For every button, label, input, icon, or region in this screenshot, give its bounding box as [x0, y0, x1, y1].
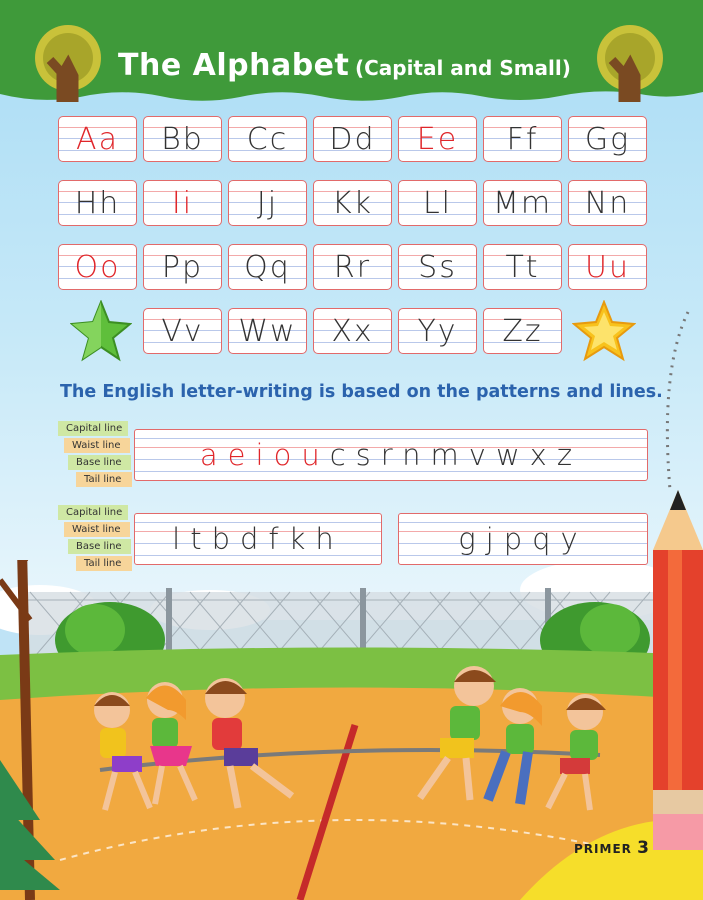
letter-card-f: Ff	[483, 116, 562, 162]
letter-card-r: Rr	[313, 244, 392, 290]
letter-card-e: Ee	[398, 116, 477, 162]
green-star-icon	[70, 300, 132, 362]
book-name: PRIMER	[574, 842, 632, 856]
page-number: 3	[637, 838, 650, 858]
tall-letters: ltbdfkh	[172, 522, 344, 556]
letter-card-i: Ii	[143, 180, 222, 226]
letter-card-a: Aa	[58, 116, 137, 162]
pencil-icon	[653, 490, 703, 850]
letter-card-g: Gg	[568, 116, 647, 162]
guide-label-capital-line: Capital line	[58, 505, 128, 520]
guide-label-waist-line: Waist line	[64, 438, 130, 453]
short-letters: csrnmvwxz	[329, 438, 583, 472]
guide-label-base-line: Base line	[68, 455, 131, 470]
dotted-trail	[665, 311, 690, 491]
practice-lines-row-2-tail: gjpqy	[398, 513, 648, 565]
letter-card-l: Ll	[398, 180, 477, 226]
letter-card-n: Nn	[568, 180, 647, 226]
instruction-text: The English letter-writing is based on t…	[60, 382, 663, 402]
letter-card-p: Pp	[143, 244, 222, 290]
letter-card-s: Ss	[398, 244, 477, 290]
practice-lines-row-2-tall: ltbdfkh	[134, 513, 382, 565]
guide-label-waist-line: Waist line	[64, 522, 130, 537]
letter-card-w: Ww	[228, 308, 307, 354]
title-main: The Alphabet	[118, 48, 350, 83]
letter-card-h: Hh	[58, 180, 137, 226]
guide-line-labels: Capital line Waist line Base line Tail line	[58, 421, 132, 489]
yellow-star-icon	[572, 300, 636, 362]
letter-card-z: Zz	[483, 308, 562, 354]
letter-card-y: Yy	[398, 308, 477, 354]
letter-card-v: Vv	[143, 308, 222, 354]
tree-icon	[597, 25, 663, 102]
letter-card-u: Uu	[568, 244, 647, 290]
guide-label-base-line: Base line	[68, 539, 131, 554]
title-subtitle: (Capital and Small)	[354, 56, 571, 80]
letter-card-k: Kk	[313, 180, 392, 226]
tail-letters: gjpqy	[458, 522, 588, 556]
guide-label-capital-line: Capital line	[58, 421, 128, 436]
letter-card-b: Bb	[143, 116, 222, 162]
letter-card-o: Oo	[58, 244, 137, 290]
vowel-letters: aeiou	[199, 438, 330, 472]
letter-card-m: Mm	[483, 180, 562, 226]
letter-card-c: Cc	[228, 116, 307, 162]
letter-card-x: Xx	[313, 308, 392, 354]
letter-card-q: Qq	[228, 244, 307, 290]
letter-card-t: Tt	[483, 244, 562, 290]
letter-card-j: Jj	[228, 180, 307, 226]
page-footer: PRIMER 3	[574, 838, 650, 858]
page-title: The Alphabet (Capital and Small)	[118, 48, 571, 83]
guide-label-tail-line: Tail line	[76, 472, 132, 487]
tree-icon	[35, 25, 101, 102]
practice-lines-row-1: aeiou csrnmvwxz	[134, 429, 648, 481]
letter-card-d: Dd	[313, 116, 392, 162]
